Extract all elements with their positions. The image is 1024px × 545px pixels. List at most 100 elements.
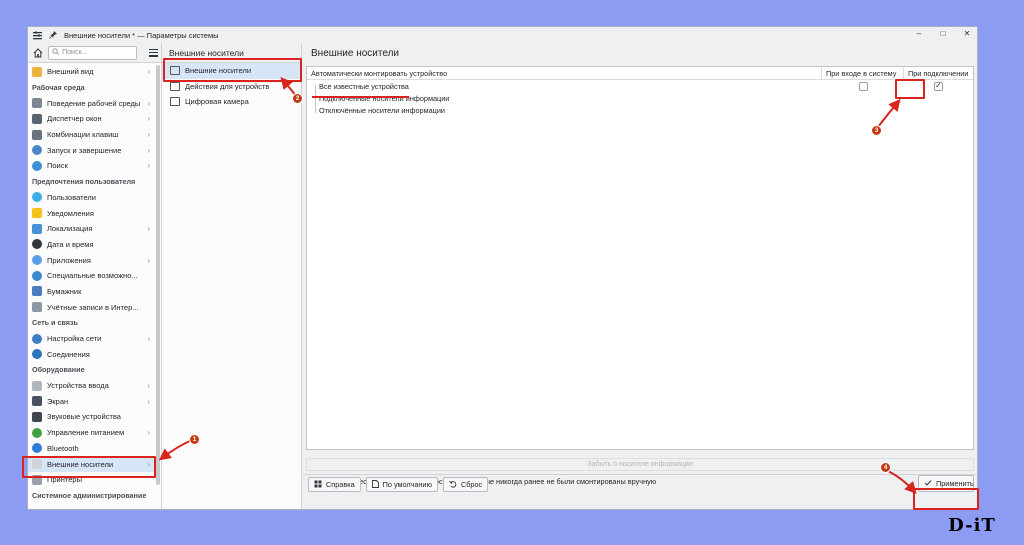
wallet-icon xyxy=(32,286,42,297)
window-title: Внешние носители * — Параметры системы xyxy=(64,30,219,40)
table-row[interactable]: Все известные устройства ✓ xyxy=(307,80,973,92)
sidebar-item[interactable]: Дата и время xyxy=(28,237,156,253)
sidebar-item-label: Диспетчер окон xyxy=(47,114,102,124)
chevron-right-icon: › xyxy=(147,396,150,406)
sidebar-item-label: Учётные записи в Интер... xyxy=(47,302,139,312)
chevron-right-icon: › xyxy=(147,67,150,77)
clock-icon xyxy=(32,239,42,250)
reset-button[interactable]: Сброс xyxy=(442,477,489,492)
search-icon xyxy=(32,160,42,171)
defaults-button[interactable]: По умолчанию xyxy=(365,477,438,492)
sidebar-item[interactable]: Уведомления xyxy=(28,205,156,221)
localization-icon xyxy=(32,223,42,234)
hamburger-menu-button[interactable] xyxy=(148,48,158,58)
pin-icon[interactable] xyxy=(48,30,58,40)
attach-mount-checkbox[interactable]: ✓ xyxy=(934,81,943,91)
highlight-attach-checkbox xyxy=(895,79,925,99)
keyboard-icon xyxy=(32,129,42,140)
sidebar-item[interactable]: Настройка сети › xyxy=(28,331,156,347)
table-row[interactable]: Подключённые носители информации xyxy=(307,92,973,104)
content-panel: Внешние носители Автоматически монтирова… xyxy=(303,43,977,509)
power-icon xyxy=(32,427,42,438)
close-button[interactable]: ✕ xyxy=(961,29,973,38)
search-placeholder: Поиск... xyxy=(62,49,88,56)
sidebar-item[interactable]: Управление питанием › xyxy=(28,425,156,441)
login-mount-checkbox[interactable] xyxy=(858,81,868,91)
sidebar-item-label: Бумажник xyxy=(47,286,82,296)
tree-branch-line xyxy=(315,85,316,113)
sidebar-item[interactable]: Приложения › xyxy=(28,252,156,268)
column-header-device[interactable]: Автоматически монтировать устройство xyxy=(307,66,822,80)
step-badge-4: 4 xyxy=(880,462,891,473)
sidebar-item[interactable]: Бумажник xyxy=(28,284,156,300)
search-input[interactable]: Поиск... xyxy=(48,45,137,60)
audio-icon xyxy=(32,411,42,422)
apply-button-label: Применить xyxy=(936,479,974,488)
sidebar-item[interactable]: Учётные записи в Интер... xyxy=(28,299,156,315)
sidebar-scrollbar[interactable] xyxy=(156,65,160,485)
appearance-icon xyxy=(32,66,42,77)
footer-bar: Справка По умолчанию Сброс xyxy=(303,474,977,494)
sidebar-item-label: Пользователи xyxy=(47,192,96,202)
sidebar-item-label: Запуск и завершение xyxy=(47,145,122,155)
chevron-right-icon: › xyxy=(147,428,150,438)
accessibility-icon xyxy=(32,270,42,281)
search-icon xyxy=(52,48,60,57)
sidebar-item-label: Соединения xyxy=(47,349,90,359)
highlight-removable-media-subpage xyxy=(163,58,302,82)
sidebar-item[interactable]: Локализация › xyxy=(28,221,156,237)
help-button-label: Справка xyxy=(326,480,355,489)
column-header-attach[interactable]: При подключении xyxy=(904,67,973,80)
step-badge-1: 1 xyxy=(189,434,200,445)
forget-device-button[interactable]: Забыть о носителе информации xyxy=(306,458,974,471)
sidebar-item[interactable]: Соединения xyxy=(28,346,156,362)
sidebar-item[interactable]: Запуск и завершение › xyxy=(28,142,156,158)
chevron-right-icon: › xyxy=(147,224,150,234)
subcategory-item-label: Цифровая камера xyxy=(185,97,249,107)
sidebar-item[interactable]: Пользователи xyxy=(28,190,156,206)
sidebar-item[interactable]: Устройства ввода › xyxy=(28,378,156,394)
chevron-right-icon: › xyxy=(147,145,150,155)
sidebar-item[interactable]: Комбинации клавиш › xyxy=(28,127,156,143)
device-label: Отключённые носители информации xyxy=(319,105,445,115)
help-button[interactable]: Справка xyxy=(308,477,361,492)
startup-icon xyxy=(32,145,42,156)
subcategory-item[interactable]: Цифровая камера xyxy=(162,94,301,110)
title-bar[interactable]: Внешние носители * — Параметры системы ‒… xyxy=(28,27,977,43)
chevron-right-icon: › xyxy=(147,255,150,265)
sidebar-heading: Сеть и связь xyxy=(32,318,78,328)
sidebar-item[interactable]: Поиск › xyxy=(28,158,156,174)
device-label: Все известные устройства xyxy=(319,81,409,91)
chevron-right-icon: › xyxy=(147,334,150,344)
sidebar-item[interactable]: Диспетчер окон › xyxy=(28,111,156,127)
subcategory-item-label: Действия для устройств xyxy=(185,81,270,91)
chevron-right-icon: › xyxy=(147,130,150,140)
sidebar-item-label: Экран xyxy=(47,396,69,406)
home-button[interactable] xyxy=(31,46,44,60)
help-icon xyxy=(314,480,322,490)
highlight-removable-media-sidebar xyxy=(22,456,156,478)
sidebar-item-label: Специальные возможно... xyxy=(47,271,138,281)
sidebar-item[interactable]: Внешний вид › xyxy=(28,64,156,80)
sidebar-item[interactable]: Специальные возможно... xyxy=(28,268,156,284)
sidebar-item[interactable]: Bluetooth xyxy=(28,441,156,457)
step-badge-2: 2 xyxy=(292,93,303,104)
sidebar-item-label: Уведомления xyxy=(47,208,94,218)
maximize-button[interactable]: □ xyxy=(937,29,949,38)
sidebar-item[interactable]: Экран › xyxy=(28,393,156,409)
home-icon xyxy=(33,47,42,57)
sidebar-item[interactable]: Поведение рабочей среды › xyxy=(28,95,156,111)
watermark-text: D-iT xyxy=(948,515,996,536)
sidebar-item-label: Внешний вид xyxy=(47,67,94,77)
sidebar-item-label: Bluetooth xyxy=(47,443,79,453)
mouse-icon xyxy=(32,380,42,391)
chevron-right-icon: › xyxy=(147,381,150,391)
desktop-behavior-icon xyxy=(32,98,42,109)
sidebar-item-label: Дата и время xyxy=(47,239,94,249)
sidebar-item[interactable]: Звуковые устройства xyxy=(28,409,156,425)
chevron-right-icon: › xyxy=(147,114,150,124)
table-row[interactable]: Отключённые носители информации xyxy=(307,104,973,116)
column-header-login[interactable]: При входе в систему xyxy=(822,66,904,80)
sidebar-item-label: Поведение рабочей среды xyxy=(47,98,141,108)
minimize-button[interactable]: ‒ xyxy=(913,29,925,38)
